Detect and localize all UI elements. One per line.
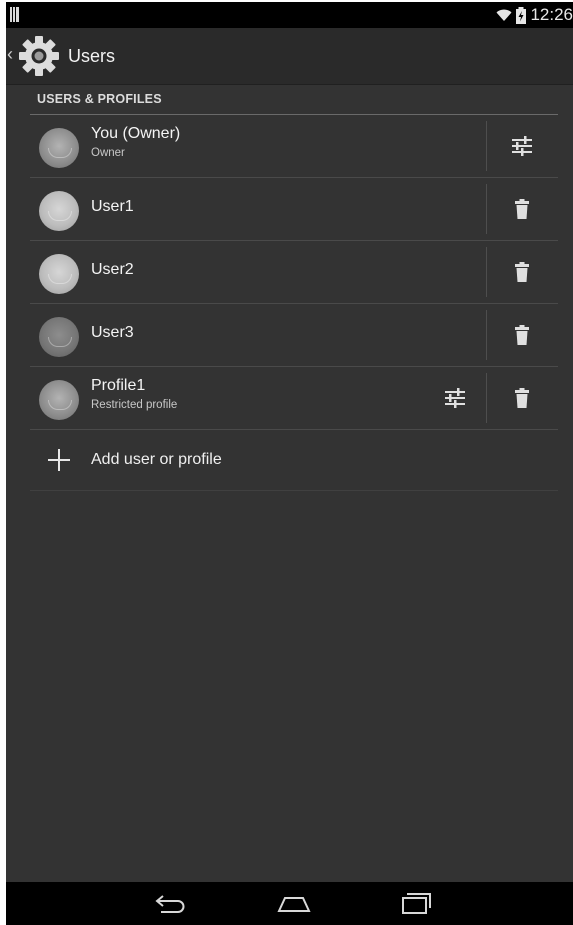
settings-sliders-icon[interactable] [440,383,470,413]
avatar [39,254,79,294]
avatar [39,317,79,357]
plus-icon [48,449,70,471]
avatar [39,380,79,420]
back-icon[interactable] [153,890,189,916]
divider [486,184,487,234]
section-header: USERS & PROFILES [30,90,558,115]
user-row-user3[interactable]: User3 [30,304,558,367]
barcode-notification-icon [10,7,20,22]
user-row-user1[interactable]: User1 [30,178,558,241]
user-name: User3 [91,324,134,341]
user-name: Profile1 [91,377,146,394]
status-bar: 12:26 [6,2,573,28]
divider [486,121,487,171]
action-bar: ‹ Users [6,28,573,85]
clock: 12:26 [530,5,573,24]
user-row-user2[interactable]: User2 [30,241,558,304]
user-subtitle: Owner [91,147,125,159]
trash-icon[interactable] [507,194,537,224]
divider [486,373,487,423]
user-row-profile1[interactable]: Profile1 Restricted profile [30,367,558,430]
user-name: User1 [91,198,134,215]
navigation-bar [6,882,573,925]
chevron-left-icon: ‹ [7,44,13,64]
user-row-owner[interactable]: You (Owner) Owner [30,115,558,178]
screen: 12:26 ‹ Users USERS & PROFILES You (Owne… [6,2,573,925]
section-header-label: USERS & PROFILES [37,92,162,106]
recents-icon[interactable] [399,890,435,916]
page-title: Users [68,46,116,66]
trash-icon[interactable] [507,383,537,413]
home-icon[interactable] [276,890,312,916]
wifi-icon [496,9,512,21]
up-navigation[interactable]: ‹ Users [6,28,116,84]
divider [486,310,487,360]
trash-icon[interactable] [507,320,537,350]
divider [486,247,487,297]
settings-sliders-icon[interactable] [507,131,537,161]
avatar [39,128,79,168]
user-name: You (Owner) [91,125,181,142]
settings-gear-icon [19,36,59,76]
add-user-label: Add user or profile [91,451,222,468]
trash-icon[interactable] [507,257,537,287]
avatar [39,191,79,231]
user-name: User2 [91,261,134,278]
battery-icon [516,6,527,24]
user-subtitle: Restricted profile [91,399,178,411]
add-user-button[interactable]: Add user or profile [30,429,558,491]
